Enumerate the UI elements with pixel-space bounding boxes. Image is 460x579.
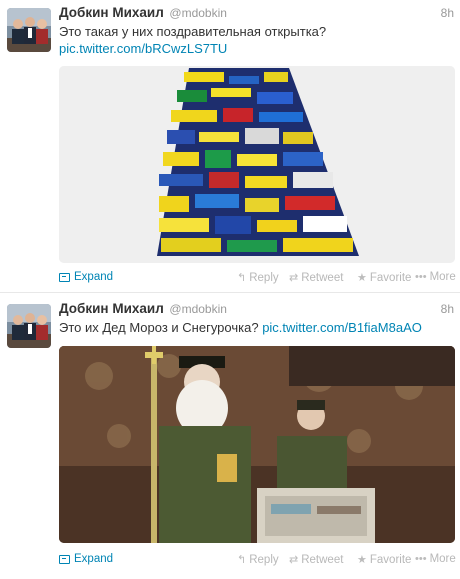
expand-button[interactable]: Expand <box>59 553 113 565</box>
reply-button[interactable]: ↰ Reply <box>237 553 279 567</box>
expand-label: Expand <box>74 553 114 565</box>
tweet-actions: Expand ↰ Reply ⇄ Retweet ★ Favorite ••• … <box>59 553 456 569</box>
retweet-label: Retweet <box>301 271 344 284</box>
reply-label: Reply <box>249 271 279 284</box>
favorite-icon: ★ <box>357 554 367 566</box>
tweet-header: Добкин Михаил @mdobkin 8h <box>59 5 454 22</box>
tweet-text: Это их Дед Мороз и Снегурочка? pic.twitt… <box>59 319 454 336</box>
reply-label: Reply <box>249 553 279 566</box>
more-label: More <box>429 271 456 283</box>
expand-icon <box>59 272 70 282</box>
tweet-text-body: Это их Дед Мороз и Снегурочка? <box>59 320 259 335</box>
retweet-icon: ⇄ <box>289 272 299 284</box>
favorite-label: Favorite <box>369 553 412 566</box>
more-label: More <box>429 553 456 565</box>
tweet-header: Добкин Михаил @mdobkin 8h <box>59 301 454 318</box>
tweet-text-body: Это такая у них поздравительная открытка… <box>59 24 327 39</box>
retweet-label: Retweet <box>301 553 344 566</box>
expand-icon <box>59 554 70 564</box>
retweet-button[interactable]: ⇄ Retweet <box>289 553 344 567</box>
user-handle[interactable]: @mdobkin <box>169 6 227 20</box>
more-icon: ••• <box>415 271 427 283</box>
avatar[interactable] <box>7 8 51 52</box>
favorite-icon: ★ <box>357 272 367 284</box>
tweet-pic-link[interactable]: pic.twitter.com/bRCwzLS7TU <box>59 40 454 57</box>
tweet-timestamp[interactable]: 8h <box>441 302 454 316</box>
user-handle[interactable]: @mdobkin <box>169 302 227 316</box>
more-button[interactable]: ••• More <box>415 553 456 565</box>
retweet-button[interactable]: ⇄ Retweet <box>289 271 344 285</box>
tweet-actions: Expand ↰ Reply ⇄ Retweet ★ Favorite ••• … <box>59 271 456 287</box>
tweet-media-image[interactable] <box>59 346 455 543</box>
tweet-timestamp[interactable]: 8h <box>441 6 454 20</box>
tweet-text: Это такая у них поздравительная открытка… <box>59 23 454 57</box>
favorite-button[interactable]: ★ Favorite <box>357 271 412 285</box>
favorite-label: Favorite <box>369 271 412 284</box>
expand-button[interactable]: Expand <box>59 271 113 283</box>
tweet-item[interactable]: Добкин Михаил @mdobkin 8h Это такая у ни… <box>0 0 460 293</box>
tweet-media-image[interactable] <box>59 66 455 263</box>
avatar[interactable] <box>7 304 51 348</box>
user-fullname[interactable]: Добкин Михаил <box>59 5 164 20</box>
retweet-icon: ⇄ <box>289 554 299 566</box>
reply-icon: ↰ <box>237 554 247 566</box>
tweet-item[interactable]: Добкин Михаил @mdobkin 8h Это их Дед Мор… <box>0 294 460 579</box>
more-button[interactable]: ••• More <box>415 271 456 283</box>
expand-label: Expand <box>74 271 114 283</box>
user-fullname[interactable]: Добкин Михаил <box>59 301 164 316</box>
more-icon: ••• <box>415 553 427 565</box>
reply-icon: ↰ <box>237 272 247 284</box>
favorite-button[interactable]: ★ Favorite <box>357 553 412 567</box>
reply-button[interactable]: ↰ Reply <box>237 271 279 285</box>
tweet-pic-link[interactable]: pic.twitter.com/B1fiaM8aAO <box>262 320 422 335</box>
